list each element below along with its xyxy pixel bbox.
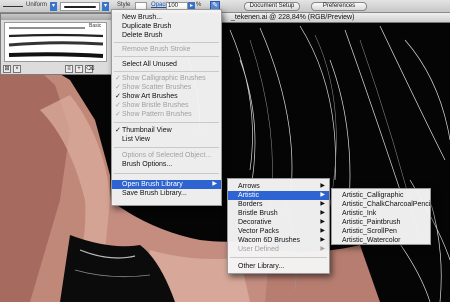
submenu-arrow-icon: ▶ — [320, 246, 325, 252]
remove-stroke-icon[interactable]: × — [13, 65, 21, 73]
menu-item-show-scatter: ✓ Show Scatter Brushes — [115, 84, 192, 91]
menu-item-show-calligraphic: ✓ Show Calligraphic Brushes — [115, 75, 206, 82]
menu-item-decorative[interactable]: Decorative ▶ — [228, 218, 329, 227]
panel-footer: ⊞ × ≡ + ⌫ — [3, 65, 109, 73]
menu-item-artistic-chalkcharcoalpencil[interactable]: Artistic_ChalkCharcoalPencil — [332, 200, 432, 209]
checkmark-icon: ✓ — [115, 75, 121, 82]
menu-item-wacom-6d-brushes[interactable]: Wacom 6D Brushes ▶ — [228, 236, 329, 245]
menu-item-arrows[interactable]: Arrows ▶ — [228, 182, 329, 191]
brush-list: Basic — [4, 22, 107, 62]
menu-item-artistic-scrollpen[interactable]: Artistic_ScrollPen — [332, 227, 430, 236]
checkmark-icon: ✓ — [115, 84, 121, 91]
submenu-arrow-icon: ▶ — [320, 210, 325, 216]
submenu-arrow-icon: ▶ — [320, 237, 325, 243]
control-bar: Uniform ▾ ▾ Style Opacity 100 ▸ % ✎ Docu… — [0, 0, 450, 13]
menu-item-show-art[interactable]: ✓ Show Art Brushes — [112, 92, 221, 101]
menu-separator — [114, 122, 219, 123]
brushes-panel-menu: New Brush... Duplicate Brush Delete Brus… — [111, 9, 222, 206]
menu-item-vector-packs[interactable]: Vector Packs ▶ — [228, 227, 329, 236]
menu-item-new-brush[interactable]: New Brush... — [112, 13, 221, 22]
preferences-button[interactable]: Preferences — [311, 2, 367, 11]
new-brush-icon[interactable]: + — [75, 65, 83, 73]
submenu-arrow-icon: ▶ — [320, 201, 325, 207]
stroke-profile-label[interactable]: Uniform — [26, 2, 47, 8]
checkmark-icon: ✓ — [115, 111, 121, 118]
menu-item-artistic-ink[interactable]: Artistic_Ink — [332, 209, 430, 218]
menu-item-duplicate-brush[interactable]: Duplicate Brush — [112, 22, 221, 31]
submenu-arrow-icon: ▶ — [320, 183, 325, 189]
menu-item-delete-brush[interactable]: Delete Brush — [112, 31, 221, 40]
submenu-arrow-icon: ▶ — [320, 192, 325, 198]
brush-library-submenu: Arrows ▶ Artistic ▶ Borders ▶ Bristle Brush… — [227, 178, 330, 274]
menu-item-artistic-watercolor[interactable]: Artistic_Watercolor — [332, 236, 430, 245]
submenu-arrow-icon: ▶ — [320, 228, 325, 234]
brush-stroke-medium[interactable] — [7, 33, 105, 39]
menu-separator — [230, 257, 327, 258]
brush-basic-label[interactable]: Basic — [89, 23, 101, 29]
menu-item-thumbnail-view[interactable]: ✓ Thumbnail View — [112, 126, 221, 135]
document-title: _tekenen.ai @ 228,84% (RGB/Preview) — [231, 14, 355, 21]
menu-item-brush-options[interactable]: Brush Options... — [112, 160, 221, 169]
menu-item-user-defined: User Defined ▶ — [238, 246, 325, 253]
menu-item-open-brush-library[interactable]: Open Brush Library ▶ — [112, 180, 221, 189]
artistic-submenu: Artistic_Calligraphic Artistic_ChalkChar… — [331, 188, 432, 245]
brush-stroke-thick[interactable] — [7, 51, 105, 59]
menu-item-bristle-brush[interactable]: Bristle Brush ▶ — [228, 209, 329, 218]
brushes-panel: Basic ⊞ × ≡ + ⌫ — [0, 13, 112, 75]
opacity-percent: % — [196, 2, 202, 8]
checkmark-icon: ✓ — [115, 127, 121, 134]
brush-stroke-thin[interactable] — [7, 25, 87, 31]
checkmark-icon: ✓ — [115, 102, 121, 109]
menu-separator — [114, 42, 219, 43]
document-setup-button[interactable]: Document Setup — [244, 2, 300, 11]
document-title-bar: _tekenen.ai @ 228,84% (RGB/Preview) — [220, 13, 450, 23]
menu-item-select-all-unused[interactable]: Select All Unused — [112, 60, 221, 69]
menu-item-other-library[interactable]: Other Library... — [228, 262, 329, 271]
menu-separator — [114, 147, 219, 148]
brush-libraries-icon[interactable]: ⊞ — [3, 65, 11, 73]
menu-separator — [114, 56, 219, 57]
submenu-arrow-icon: ▶ — [320, 219, 325, 225]
menu-item-options-selected-object: Options of Selected Object... — [122, 152, 212, 159]
menu-separator — [114, 71, 219, 72]
menu-item-show-bristle: ✓ Show Bristle Brushes — [115, 102, 189, 109]
style-label: Style — [117, 2, 131, 8]
menu-item-artistic-calligraphic[interactable]: Artistic_Calligraphic — [332, 191, 430, 200]
brush-definition-swatch[interactable] — [60, 2, 100, 11]
menu-item-borders[interactable]: Borders ▶ — [228, 200, 329, 209]
brush-stroke-tapered[interactable] — [7, 41, 105, 48]
options-icon[interactable]: ≡ — [65, 65, 73, 73]
menu-item-save-brush-library[interactable]: Save Brush Library... — [112, 189, 221, 198]
menu-item-remove-brush-stroke: Remove Brush Stroke — [122, 46, 191, 53]
menu-item-artistic-paintbrush[interactable]: Artistic_Paintbrush — [332, 218, 430, 227]
panel-header[interactable] — [1, 14, 111, 20]
chevron-down-icon[interactable]: ▾ — [50, 2, 57, 11]
trash-icon[interactable]: ⌫ — [85, 65, 94, 73]
menu-separator — [114, 173, 219, 174]
submenu-arrow-icon: ▶ — [212, 181, 217, 187]
stroke-profile-icon[interactable] — [3, 6, 23, 7]
menu-item-list-view[interactable]: List View — [112, 135, 221, 144]
menu-item-artistic[interactable]: Artistic ▶ — [228, 191, 329, 200]
menu-item-show-pattern: ✓ Show Pattern Brushes — [115, 111, 192, 118]
chevron-down-icon[interactable]: ▾ — [102, 2, 109, 11]
checkmark-icon: ✓ — [115, 93, 121, 100]
